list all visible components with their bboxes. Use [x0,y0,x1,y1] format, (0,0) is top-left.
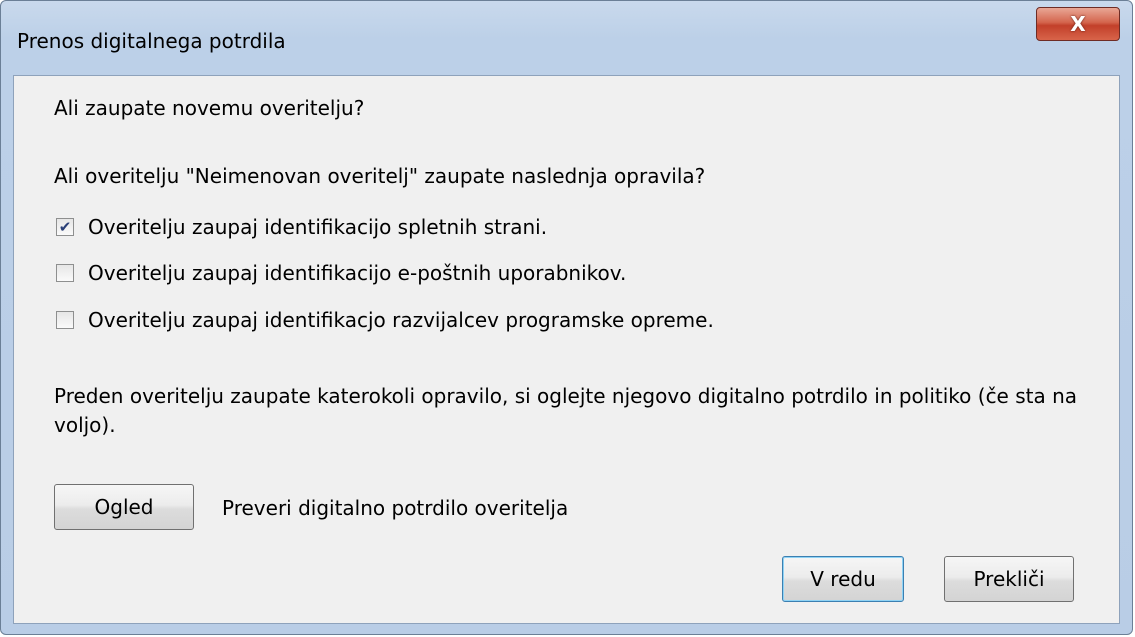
trust-question-heading: Ali zaupate novemu overitelju? [54,96,365,120]
checkmark-icon: ✔ [58,217,72,236]
view-certificate-description: Preveri digitalno potrdilo overitelja [222,496,569,520]
certificate-dialog-window: Prenos digitalnega potrdila X Ali zaupat… [0,0,1133,635]
window-title: Prenos digitalnega potrdila [17,29,286,53]
checkbox-label: Overitelju zaupaj identifikacijo spletni… [88,215,548,239]
checkbox-label: Overitelju zaupaj identifikacjo razvijal… [88,308,714,332]
title-bar[interactable]: Prenos digitalnega potrdila X [1,1,1132,75]
ok-button[interactable]: V redu [782,556,904,602]
checkbox-box[interactable]: ✔ [56,218,74,236]
view-certificate-button[interactable]: Ogled [54,484,194,530]
checkbox-label: Overitelju zaupaj identifikacijo e-poštn… [88,261,627,285]
task-question: Ali overitelju "Neimenovan overitelj" za… [54,164,706,188]
checkbox-trust-software-developers[interactable]: Overitelju zaupaj identifikacjo razvijal… [56,307,714,333]
checkbox-trust-email-users[interactable]: Overitelju zaupaj identifikacijo e-poštn… [56,260,626,286]
close-button[interactable]: X [1036,7,1120,41]
checkbox-box[interactable] [56,264,74,282]
dialog-body: Ali zaupate novemu overitelju? Ali overi… [13,75,1120,624]
close-icon: X [1070,12,1086,36]
advice-text: Preden overitelju zaupate katerokoli opr… [54,384,1078,437]
cancel-button[interactable]: Prekliči [944,556,1074,602]
checkbox-trust-websites[interactable]: ✔ Overitelju zaupaj identifikacijo splet… [56,214,547,240]
checkbox-box[interactable] [56,311,74,329]
